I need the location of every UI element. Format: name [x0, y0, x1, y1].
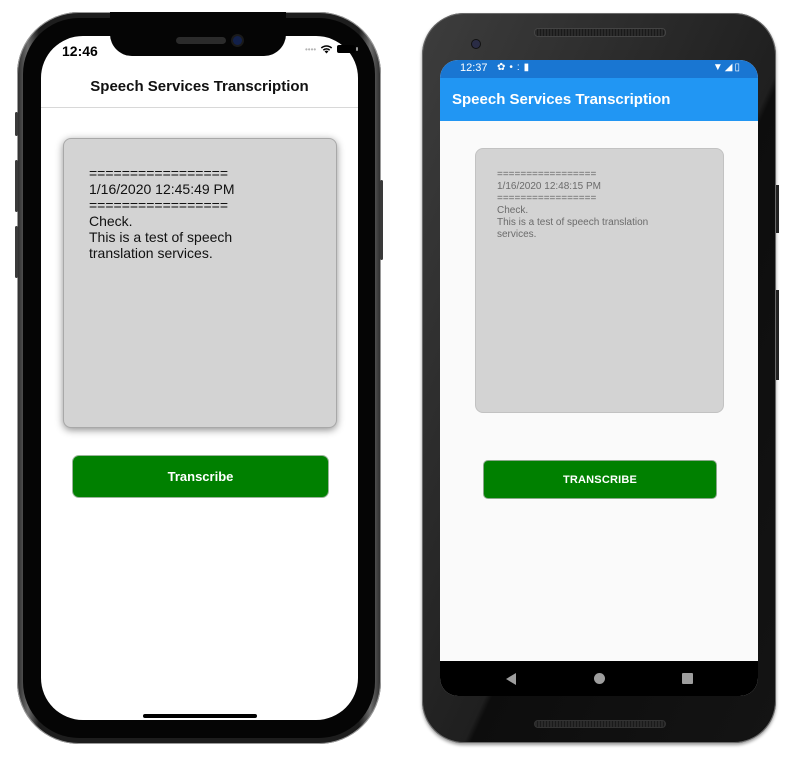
app-bar: Speech Services Transcription	[440, 78, 758, 121]
timestamp: 1/16/2020 12:45:49 PM	[89, 181, 235, 197]
home-indicator[interactable]	[143, 714, 257, 718]
android-status-left-icons: ✿•:▮	[497, 62, 533, 73]
wifi-icon	[321, 45, 333, 54]
android-earpiece	[534, 28, 666, 37]
transcription-output: ================= 1/16/2020 12:48:15 PM …	[475, 148, 724, 413]
timestamp: 1/16/2020 12:48:15 PM	[497, 181, 601, 192]
ios-status-time: 12:46	[62, 43, 98, 59]
separator-bottom: =================	[497, 193, 597, 204]
transcript-lines: Check. This is a test of speech translat…	[89, 213, 233, 261]
page-title: Speech Services Transcription	[90, 78, 309, 95]
wifi-icon: ▼	[712, 62, 725, 73]
battery-icon	[337, 45, 359, 53]
ios-status-icons: ••••	[305, 44, 359, 54]
home-icon[interactable]	[594, 673, 605, 684]
android-camera	[472, 40, 480, 48]
android-status-bar: 12:37 ✿•:▮ ▼◢▯	[440, 60, 758, 78]
separator-top: =================	[497, 169, 597, 180]
transcribe-button[interactable]: Transcribe	[72, 455, 329, 498]
separator-top: =================	[89, 165, 228, 181]
android-power-button	[776, 185, 779, 233]
iphone-camera	[233, 36, 242, 45]
nav-bar-divider	[41, 107, 358, 108]
transcribe-button[interactable]: TRANSCRIBE	[483, 460, 717, 499]
iphone-speaker	[176, 37, 226, 44]
iphone-volume-down	[15, 226, 18, 278]
android-bottom-speaker	[534, 720, 666, 728]
transcription-text: ================= 1/16/2020 12:48:15 PM …	[497, 169, 697, 241]
iphone-volume-up	[15, 160, 18, 212]
back-icon[interactable]	[506, 673, 516, 685]
signal-dots-icon: ••••	[305, 44, 317, 54]
iphone-power-button	[380, 180, 383, 260]
android-status-time: 12:37	[460, 62, 488, 74]
sd-card-icon: ▮	[523, 62, 534, 73]
page-title: Speech Services Transcription	[452, 91, 671, 108]
settings-icon: ✿	[497, 62, 510, 73]
transcription-output: ================= 1/16/2020 12:45:49 PM …	[63, 138, 337, 428]
android-screen: 12:37 ✿•:▮ ▼◢▯ Speech Services Transcrip…	[440, 60, 758, 696]
android-status-right-icons: ▼◢▯	[713, 62, 742, 73]
transcript-lines: Check. This is a test of speech translat…	[497, 205, 649, 240]
separator-bottom: =================	[89, 197, 228, 213]
android-nav-bar	[440, 661, 758, 696]
recents-icon[interactable]	[682, 673, 693, 684]
android-volume-button	[776, 290, 779, 380]
transcription-text: ================= 1/16/2020 12:45:49 PM …	[89, 165, 319, 261]
battery-icon: ▯	[734, 62, 742, 73]
notification-icon: •:	[509, 62, 524, 73]
iphone-notch	[110, 12, 286, 56]
iphone-silent-switch	[15, 112, 18, 136]
